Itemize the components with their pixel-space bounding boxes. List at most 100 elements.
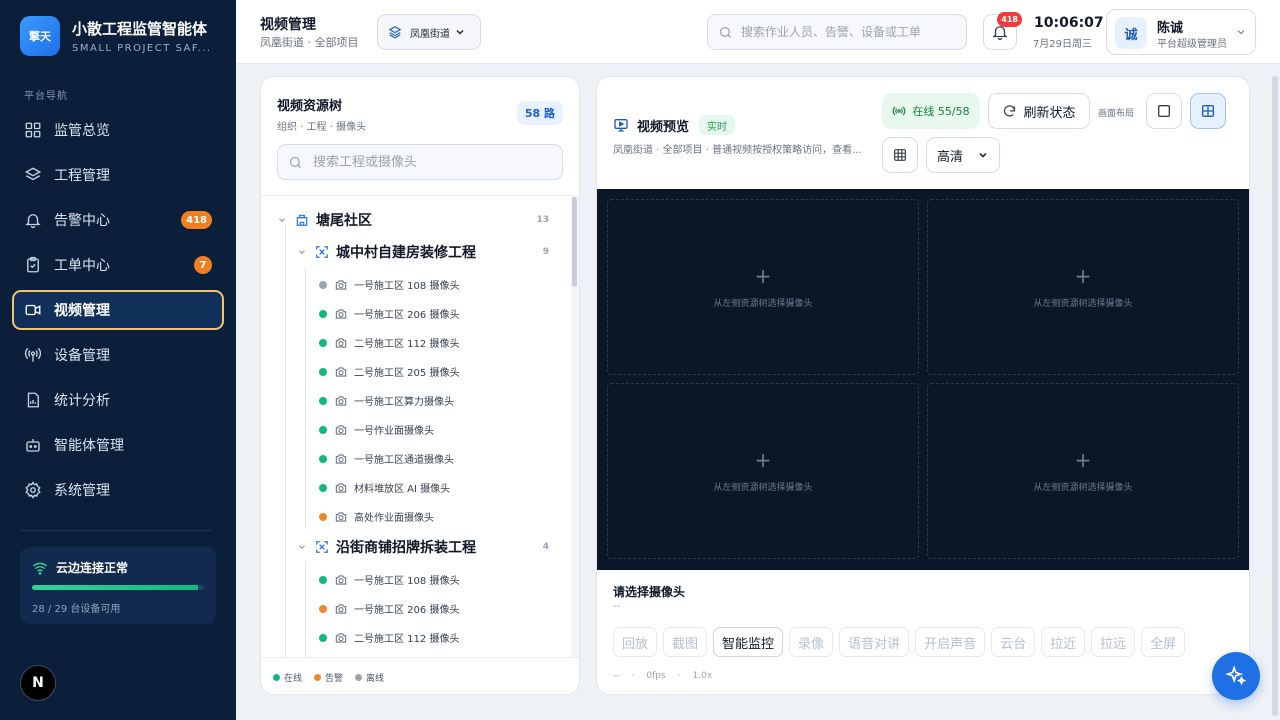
video-cell-hint: 从左侧资源树选择摄像头	[1033, 299, 1133, 309]
video-cell[interactable]: + 从左侧资源树选择摄像头	[927, 199, 1239, 375]
sidebar-item-devices[interactable]: 设备管理	[12, 335, 224, 375]
tree-node-camera[interactable]: 二号施工区 112 摄像头	[319, 630, 459, 645]
scope-select[interactable]: 凤凰街道	[377, 14, 481, 50]
status-dot	[319, 483, 327, 492]
camera-name: 一号施工区 206 摄像头	[354, 310, 460, 321]
sidebar-item-label: 视频管理	[54, 303, 110, 319]
user-menu[interactable]: 诚 陈诚 平台超级管理员	[1106, 9, 1256, 55]
tree-count-badge: 58 路	[516, 101, 563, 125]
camera-icon	[335, 395, 347, 406]
brand[interactable]: 擎天 小散工程监管智能体 SMALL PROJECT SAF...	[20, 16, 212, 56]
sidebar-item-system[interactable]: 系统管理	[12, 470, 224, 510]
intercom-button[interactable]: 语音对讲	[839, 627, 910, 657]
status-dot	[319, 454, 327, 463]
layout-nine-button[interactable]	[882, 137, 918, 173]
status-dot	[273, 674, 280, 681]
alarm-count-badge: 418	[181, 211, 212, 229]
video-icon	[25, 304, 41, 316]
selected-camera-title: 请选择摄像头	[613, 585, 686, 599]
tree-search-input[interactable]	[313, 154, 553, 170]
video-cell[interactable]: + 从左侧资源树选择摄像头	[607, 383, 919, 559]
tree-node-camera[interactable]: 一号施工区算力摄像头	[319, 393, 454, 408]
global-search-input[interactable]	[741, 25, 951, 39]
page-scrollbar[interactable]	[1272, 76, 1278, 716]
ai-assistant-button[interactable]	[1212, 652, 1260, 700]
quality-select[interactable]: 高清	[926, 137, 1000, 173]
camera-icon	[335, 632, 347, 643]
status-dot	[319, 396, 327, 405]
tree-node-camera[interactable]: 高处作业面摄像头	[319, 509, 434, 524]
sidebar-item-alarms[interactable]: 告警中心 418	[12, 200, 224, 240]
sound-button[interactable]: 开启声音	[915, 627, 986, 657]
sidebar-item-projects[interactable]: 工程管理	[12, 155, 224, 195]
tree-node-project[interactable]: 沿街商铺招牌拆装工程 4	[297, 537, 573, 557]
tree-node-camera[interactable]: 材料堆放区 AI 摄像头	[319, 480, 450, 495]
screenshot-button[interactable]: 截图	[663, 627, 708, 657]
fullscreen-button[interactable]: 全屏	[1141, 627, 1186, 657]
user-role: 平台超级管理员	[1157, 39, 1227, 50]
sidebar-item-statistics[interactable]: 统计分析	[12, 380, 224, 420]
camera-name: 一号作业面摄像头	[354, 426, 434, 437]
tree-node-camera[interactable]: 一号施工区 206 摄像头	[319, 601, 459, 616]
tree-search[interactable]	[277, 144, 563, 180]
tree-node-project[interactable]: 城中村自建房装修工程 9	[297, 242, 573, 262]
scan-icon	[316, 246, 328, 258]
footer-avatar[interactable]: N	[20, 665, 56, 701]
status-separator: ·	[631, 671, 635, 681]
chevron-down-icon	[299, 545, 305, 550]
playback-button[interactable]: 回放	[613, 627, 658, 657]
camera-name: 一号施工区 108 摄像头	[354, 281, 460, 292]
tree-node-camera[interactable]: 二号施工区 112 摄像头	[319, 335, 459, 350]
camera-icon	[335, 482, 347, 493]
video-resource-tree-panel: 视频资源树 组织 · 工程 · 摄像头 58 路 塘尾社区 13 城中村自建房装…	[260, 76, 580, 695]
layout-single-button[interactable]	[1146, 93, 1182, 129]
camera-icon	[335, 337, 347, 348]
ptz-button[interactable]: 云台	[991, 627, 1036, 657]
global-search[interactable]	[707, 14, 967, 50]
zoom-in-button[interactable]: 拉近	[1041, 627, 1086, 657]
tree-node-camera[interactable]: 一号施工区 206 摄像头	[319, 306, 459, 321]
tree-node-camera[interactable]: 二号施工区 205 摄像头	[319, 364, 459, 379]
top-header: 视频管理 凤凰街道 · 全部项目 凤凰街道 418 10:06:07 7月29日…	[236, 0, 1280, 64]
video-cell[interactable]: + 从左侧资源树选择摄像头	[607, 199, 919, 375]
chevron-down-icon	[299, 250, 305, 255]
sidebar-item-agents[interactable]: 智能体管理	[12, 425, 224, 465]
video-cell[interactable]: + 从左侧资源树选择摄像头	[927, 383, 1239, 559]
cloud-progress-fill	[32, 585, 199, 590]
record-button[interactable]: 录像	[789, 627, 834, 657]
sidebar-item-label: 监管总览	[54, 123, 110, 139]
tree-node-camera[interactable]: 一号作业面摄像头	[319, 422, 434, 437]
refresh-status-button[interactable]: 刷新状态	[988, 93, 1090, 129]
camera-name: 二号施工区 112 摄像头	[354, 634, 460, 645]
sidebar-item-overview[interactable]: 监管总览	[12, 110, 224, 150]
sidebar-item-workorders[interactable]: 工单中心 7	[12, 245, 224, 285]
camera-icon	[335, 308, 347, 319]
building-icon	[296, 214, 308, 226]
zoom-out-button[interactable]: 拉远	[1091, 627, 1136, 657]
tree-node-community[interactable]: 塘尾社区 13	[277, 210, 573, 230]
monitor-icon	[614, 119, 628, 132]
smart-monitor-button[interactable]: 智能监控	[713, 627, 784, 657]
cloud-progress-bar	[32, 585, 204, 590]
chevron-down-icon	[279, 218, 285, 223]
sidebar-item-label: 工单中心	[54, 258, 110, 274]
notification-button[interactable]: 418	[983, 12, 1022, 50]
sidebar-item-video[interactable]: 视频管理	[12, 290, 224, 330]
tree-node-camera[interactable]: 一号施工区 108 摄像头	[319, 277, 459, 292]
cloud-status-card: 云边连接正常 28 / 29 台设备可用	[20, 547, 216, 624]
camera-name: 一号施工区算力摄像头	[354, 397, 454, 408]
layout-quad-button[interactable]	[1190, 93, 1226, 129]
square-icon	[1158, 105, 1170, 117]
grid-9-icon	[894, 149, 906, 161]
stream-status-row: -- · 0fps · 1.0x	[613, 671, 724, 681]
scan-icon	[316, 541, 328, 553]
camera-name: 材料堆放区 AI 摄像头	[354, 484, 451, 495]
stream-zoom: 1.0x	[692, 671, 713, 681]
legend-label: 离线	[366, 674, 385, 684]
preview-subtitle: 凤凰街道 · 全部项目 · 普通视频按授权策略访问，查看...	[613, 145, 862, 156]
tree-node-camera[interactable]: 一号施工区 108 摄像头	[319, 572, 459, 587]
search-icon	[289, 156, 301, 168]
nav-section-label: 平台导航	[24, 91, 68, 102]
tree-node-camera[interactable]: 一号施工区通道摄像头	[319, 451, 454, 466]
legend-label: 告警	[325, 674, 344, 684]
